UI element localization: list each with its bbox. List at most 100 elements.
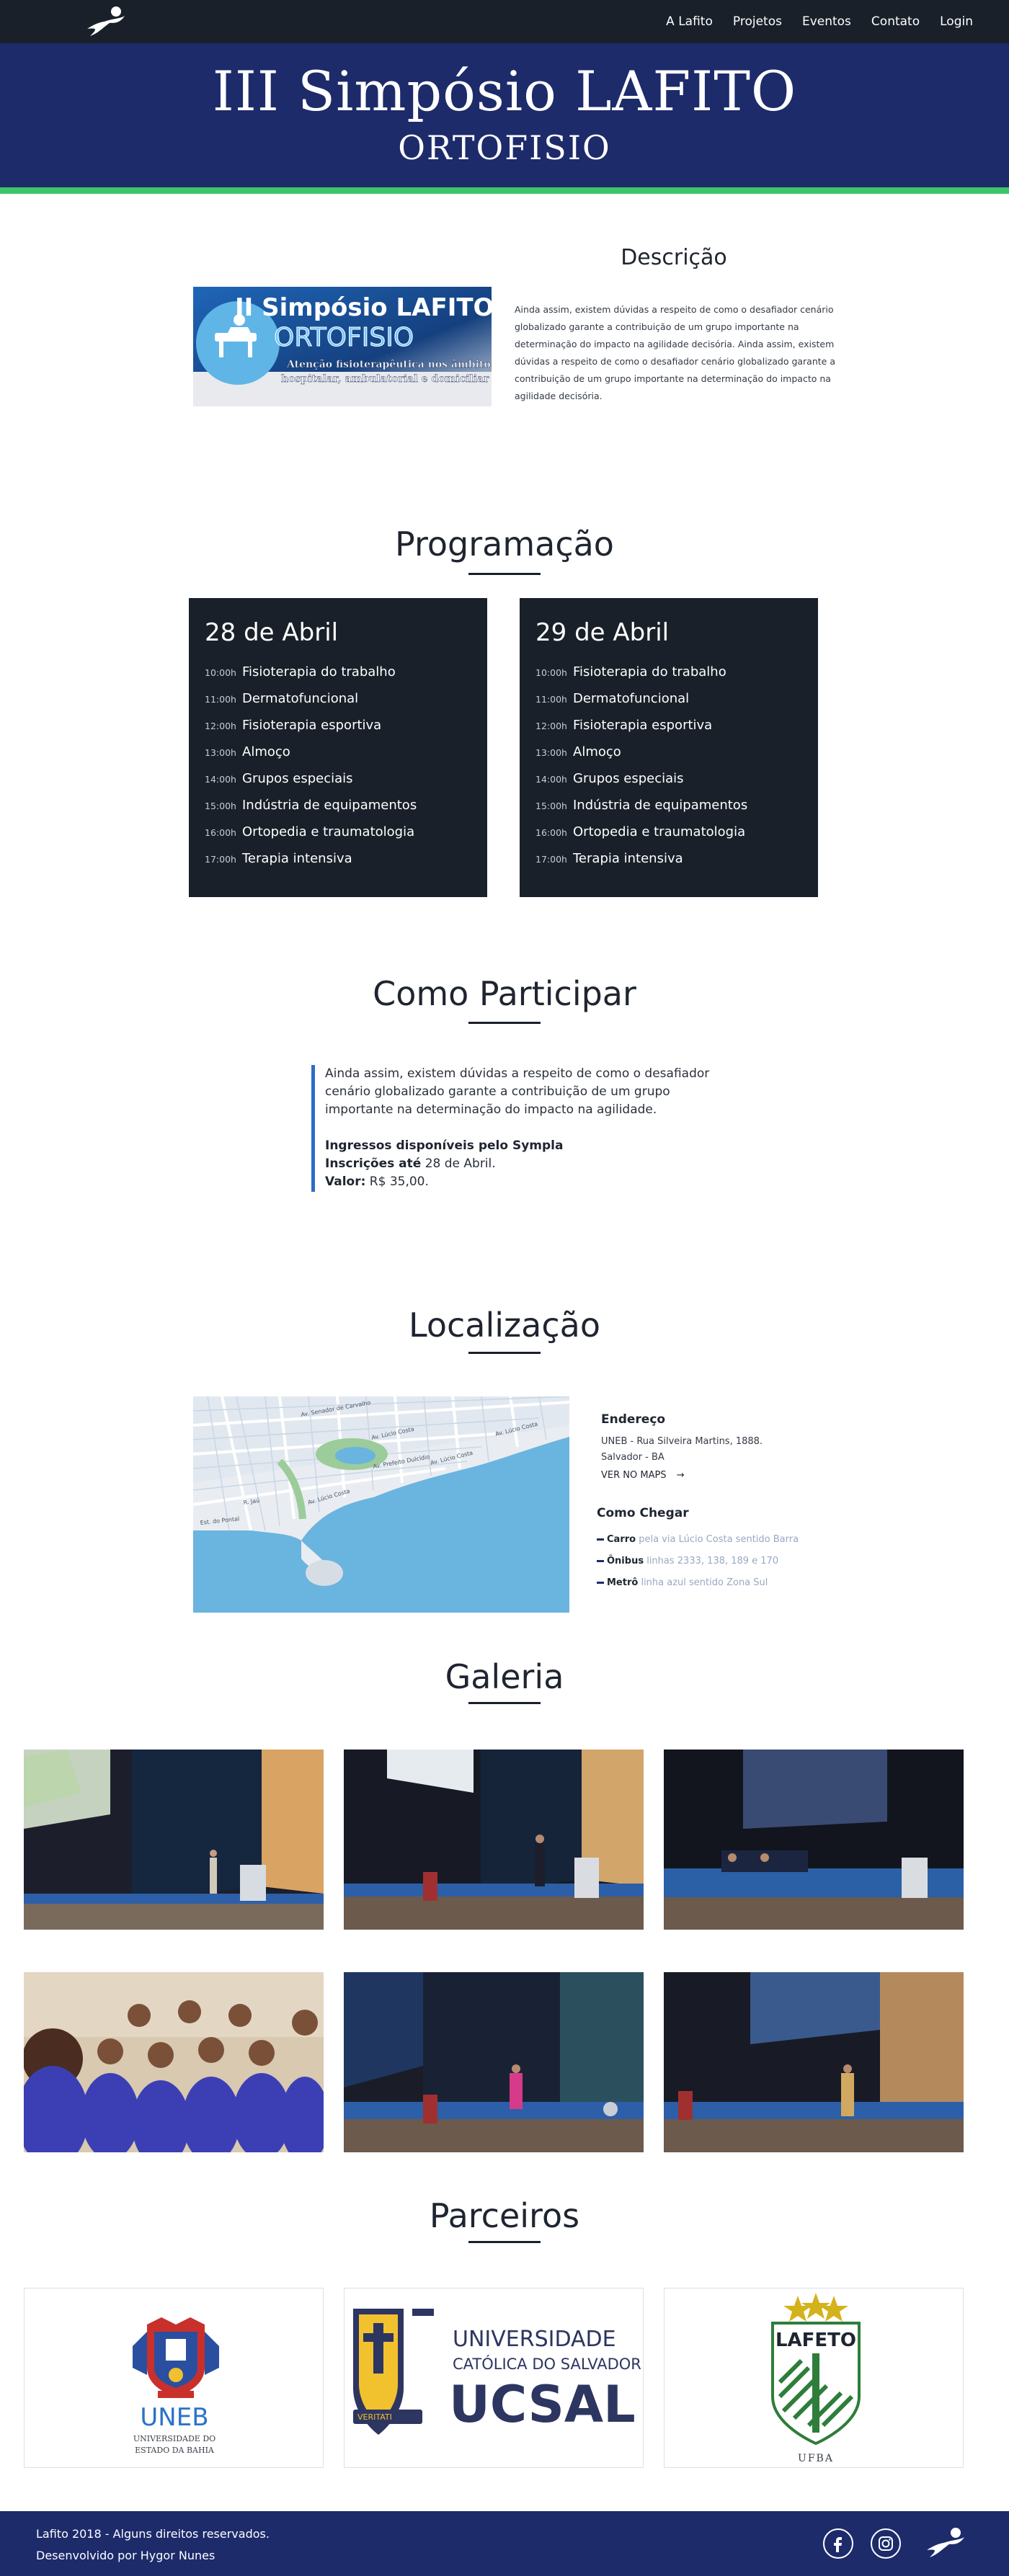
- schedule-topic: Grupos especiais: [573, 771, 684, 786]
- schedule-topic: Fisioterapia do trabalho: [242, 664, 396, 679]
- schedule-time: 16:00h: [205, 827, 236, 838]
- schedule-item: 11:00h Dermatofuncional: [535, 691, 747, 718]
- ucsal-line: UNIVERSIDADE: [453, 2327, 616, 2352]
- schedule-item: 16:00h Ortopedia e traumatologia: [205, 824, 417, 851]
- participar-title: Como Participar: [373, 974, 636, 1013]
- chegar-mode: Ônibus: [607, 1556, 644, 1566]
- schedule-time: 11:00h: [535, 694, 567, 705]
- partner-ucsal[interactable]: VERITATI UNIVERSIDADE CATÓLICA DO SALVAD…: [344, 2288, 644, 2468]
- instagram-icon[interactable]: [871, 2528, 901, 2559]
- partner-uneb[interactable]: UNEB UNIVERSIDADE DO ESTADO DA BAHIA: [24, 2288, 324, 2468]
- footer: Lafito 2018 - Alguns direitos reservados…: [0, 2511, 1009, 2576]
- participar-quote-box: Ainda assim, existem dúvidas a respeito …: [311, 1065, 715, 1192]
- uneb-name: UNEB: [140, 2403, 208, 2432]
- schedule-topic: Fisioterapia do trabalho: [573, 664, 726, 679]
- section-underline: [468, 1352, 541, 1354]
- galeria-title: Galeria: [445, 1657, 564, 1696]
- endereco-label: Endereço: [601, 1412, 666, 1427]
- descricao-text: Ainda assim, existem dúvidas a respeito …: [515, 304, 835, 401]
- schedule-time: 15:00h: [205, 801, 236, 811]
- nav-links: A Lafito Projetos Eventos Contato Login: [666, 0, 973, 43]
- schedule-card-day2: 29 de Abril 10:00h Fisioterapia do trabal…: [520, 598, 818, 897]
- schedule-item: 17:00h Terapia intensiva: [205, 851, 417, 878]
- como-chegar-list: Carro pela via Lúcio Costa sentido Barra…: [597, 1529, 799, 1594]
- schedule-time: 10:00h: [205, 667, 236, 678]
- schedule-topic: Terapia intensiva: [242, 851, 352, 866]
- schedule-time: 14:00h: [205, 774, 236, 785]
- banner-line-text: hospitalar, ambulatorial e domiciliar: [281, 373, 489, 385]
- schedule-item: 12:00h Fisioterapia esportiva: [205, 718, 417, 744]
- banner-subtitle-text: ORTOFISIO: [274, 323, 414, 352]
- schedule-time: 12:00h: [205, 721, 236, 731]
- gallery-photo[interactable]: [24, 1972, 324, 2152]
- hero-banner: III Simpósio LAFITO ORTOFISIO: [0, 43, 1009, 187]
- uneb-sub-line: ESTADO DA BAHIA: [135, 2446, 215, 2455]
- gallery-photo[interactable]: [344, 1750, 644, 1930]
- arrow-right-icon: →: [676, 1470, 685, 1481]
- gallery-photo[interactable]: [344, 1972, 644, 2152]
- schedule-item: 15:00h Indústria de equipamentos: [535, 798, 747, 824]
- section-underline: [468, 2241, 541, 2243]
- schedule-time: 15:00h: [535, 801, 567, 811]
- schedule-day-title: 28 de Abril: [205, 618, 339, 647]
- nav-link-contato[interactable]: Contato: [871, 14, 920, 29]
- lafito-logo-icon[interactable]: [83, 4, 128, 39]
- partner-lafeto-ufba[interactable]: LAFETO UFBA: [664, 2288, 964, 2468]
- localizacao-title: Localização: [409, 1306, 600, 1345]
- schedule-topic: Fisioterapia esportiva: [242, 718, 382, 733]
- top-navbar: A Lafito Projetos Eventos Contato Login: [0, 0, 1009, 43]
- nav-link-login[interactable]: Login: [940, 14, 973, 29]
- valor-value: R$ 35,00.: [369, 1175, 429, 1189]
- ingressos-text: Ingressos disponíveis pelo Sympla: [325, 1138, 564, 1153]
- schedule-topic: Ortopedia e traumatologia: [573, 824, 746, 839]
- gallery-photo[interactable]: [24, 1750, 324, 1930]
- banner-title-text: II Simpósio LAFITO: [235, 293, 492, 322]
- footer-copyright: Lafito 2018 - Alguns direitos reservados…: [36, 2527, 270, 2541]
- schedule-time: 10:00h: [535, 667, 567, 678]
- hero-accent-stripe: [0, 187, 1009, 194]
- nav-link-a-lafito[interactable]: A Lafito: [666, 14, 713, 29]
- gallery-photo[interactable]: [664, 1972, 964, 2152]
- chegar-mode: Metrô: [607, 1577, 639, 1588]
- schedule-topic: Dermatofuncional: [242, 691, 359, 706]
- ucsal-name: UCSAL: [449, 2375, 636, 2434]
- gallery-photo[interactable]: [664, 1750, 964, 1930]
- nav-link-projetos[interactable]: Projetos: [733, 14, 782, 29]
- schedule-time: 12:00h: [535, 721, 567, 731]
- endereco-text: UNEB - Rua Silveira Martins, 1888. Salva…: [601, 1434, 788, 1466]
- section-underline: [468, 573, 541, 575]
- schedule-item: 11:00h Dermatofuncional: [205, 691, 417, 718]
- facebook-icon[interactable]: [823, 2528, 853, 2559]
- schedule-time: 17:00h: [205, 854, 236, 865]
- schedule-item: 13:00h Almoço: [205, 744, 417, 771]
- schedule-item: 12:00h Fisioterapia esportiva: [535, 718, 747, 744]
- schedule-time: 14:00h: [535, 774, 567, 785]
- dash-icon: [597, 1582, 604, 1584]
- schedule-day-title: 29 de Abril: [535, 618, 670, 647]
- schedule-topic: Almoço: [242, 744, 290, 759]
- chegar-mode: Carro: [607, 1534, 636, 1545]
- footer-credits: Desenvolvido por Hygor Nunes: [36, 2549, 215, 2562]
- nav-link-eventos[interactable]: Eventos: [802, 14, 851, 29]
- descricao-title: Descrição: [621, 245, 727, 270]
- schedule-item: 15:00h Indústria de equipamentos: [205, 798, 417, 824]
- hero-title: III Simpósio LAFITO: [212, 59, 797, 123]
- schedule-item: 16:00h Ortopedia e traumatologia: [535, 824, 747, 851]
- schedule-topic: Almoço: [573, 744, 621, 759]
- section-underline: [468, 1702, 541, 1704]
- schedule-list: 10:00h Fisioterapia do trabalho 11:00h Der…: [535, 664, 747, 878]
- hero-subtitle: ORTOFISIO: [398, 128, 611, 167]
- schedule-item: 13:00h Almoço: [535, 744, 747, 771]
- lafito-footer-logo-icon: [927, 2528, 964, 2557]
- schedule-item: 10:00h Fisioterapia do trabalho: [535, 664, 747, 691]
- schedule-list: 10:00h Fisioterapia do trabalho 11:00h Der…: [205, 664, 417, 878]
- schedule-time: 11:00h: [205, 694, 236, 705]
- programacao-title: Programação: [395, 525, 614, 563]
- schedule-item: 17:00h Terapia intensiva: [535, 851, 747, 878]
- ver-no-maps-link[interactable]: VER NO MAPS →: [601, 1470, 685, 1481]
- schedule-time: 13:00h: [205, 747, 236, 758]
- schedule-topic: Indústria de equipamentos: [242, 798, 417, 813]
- location-map[interactable]: Av. Senador de Carvalho Av. Lúcio Costa …: [193, 1396, 569, 1613]
- chegar-item: Carro pela via Lúcio Costa sentido Barra: [597, 1529, 799, 1551]
- schedule-card-day1: 28 de Abril 10:00h Fisioterapia do trabal…: [189, 598, 487, 897]
